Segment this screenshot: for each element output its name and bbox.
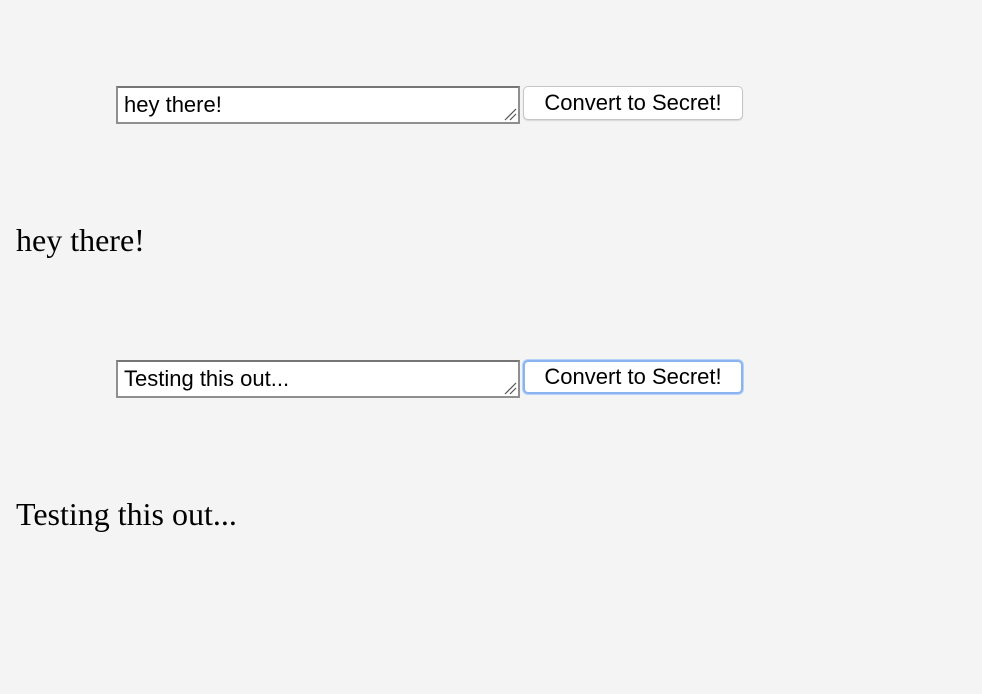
secret-textarea-1[interactable]: hey there! (116, 86, 520, 124)
textarea-value: hey there! (124, 92, 222, 117)
convert-to-secret-button[interactable]: Convert to Secret! (523, 360, 743, 394)
convert-to-secret-button[interactable]: Convert to Secret! (523, 86, 743, 120)
secret-textarea-2[interactable]: Testing this out... (116, 360, 520, 398)
page: hey there! Convert to Secret! hey there!… (0, 0, 982, 694)
converter-row-2: Testing this out... Convert to Secret! (116, 360, 743, 398)
secret-output-2: Testing this out... (16, 496, 237, 532)
textarea-value: Testing this out... (124, 366, 290, 391)
resize-handle-icon[interactable] (503, 381, 517, 395)
converter-row-1: hey there! Convert to Secret! (116, 86, 743, 124)
secret-output-1: hey there! (16, 222, 145, 258)
resize-handle-icon[interactable] (503, 107, 517, 121)
